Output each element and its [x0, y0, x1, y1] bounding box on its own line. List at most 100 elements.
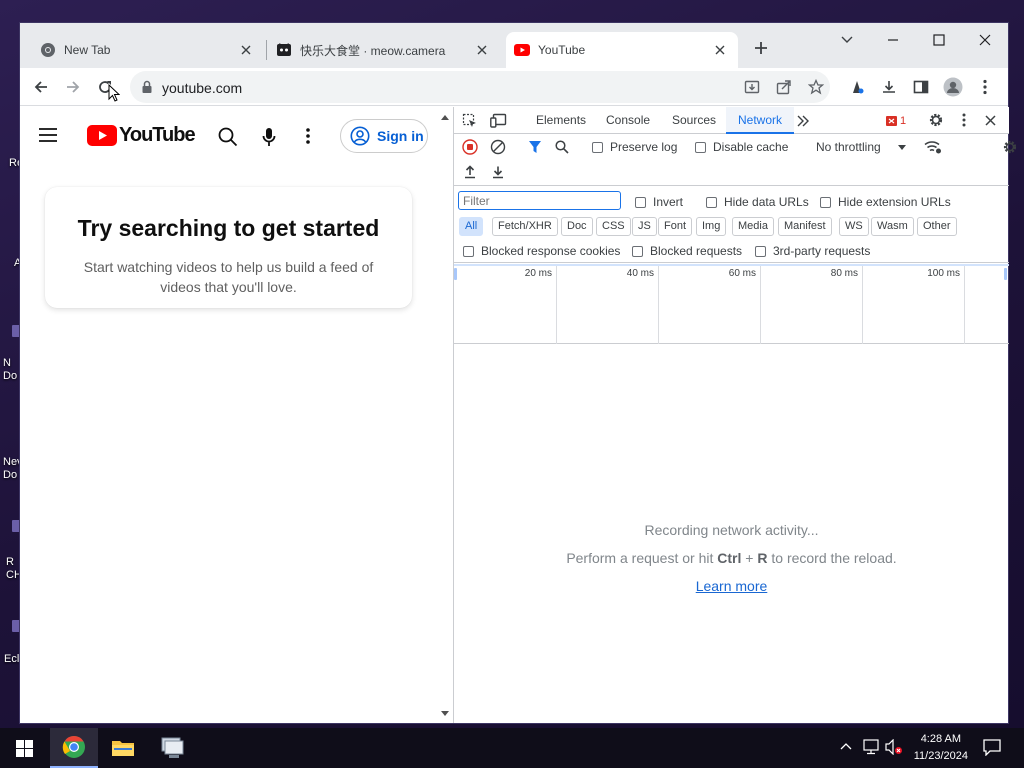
youtube-logo-text: YouTube: [119, 124, 196, 146]
start-button[interactable]: [0, 728, 48, 768]
hamburger-menu-icon[interactable]: [38, 127, 58, 143]
blocked-requests-checkbox[interactable]: Blocked requests: [632, 244, 742, 258]
filter-chip-other[interactable]: Other: [917, 217, 957, 236]
tab-separator: [266, 40, 267, 60]
hide-data-urls-checkbox[interactable]: Hide data URLs: [706, 195, 809, 209]
browser-window: New Tab 快乐大食堂 · meow.camera YouTube yout…: [20, 23, 1017, 723]
more-options-icon[interactable]: [306, 128, 310, 144]
devtools-tab-network[interactable]: Network: [726, 107, 795, 134]
tab-youtube[interactable]: YouTube: [506, 32, 738, 68]
back-button[interactable]: [28, 74, 54, 100]
volume-muted-icon[interactable]: [885, 739, 903, 755]
filter-chip-doc[interactable]: Doc: [561, 217, 593, 236]
clock-time: 4:28 AM: [920, 733, 962, 745]
timeline-right-handle[interactable]: [1004, 268, 1007, 280]
close-tab-icon[interactable]: [238, 42, 254, 58]
filter-chip-all[interactable]: All: [459, 217, 484, 236]
hint-key-r: R: [757, 550, 768, 566]
network-conditions-icon[interactable]: [923, 137, 943, 157]
filter-chip-img[interactable]: Img: [696, 217, 727, 236]
devtools-tab-console[interactable]: Console: [600, 107, 656, 134]
scroll-down-icon[interactable]: [441, 711, 449, 716]
close-tab-icon[interactable]: [712, 42, 728, 58]
site-info-icon[interactable]: [141, 80, 153, 94]
hint-text-end: to record the reload.: [767, 550, 897, 566]
profile-avatar-icon[interactable]: [940, 74, 966, 100]
filter-chip-wasm[interactable]: Wasm: [871, 217, 914, 236]
search-icon[interactable]: [218, 127, 238, 147]
taskbar-file-explorer[interactable]: [99, 728, 147, 768]
disable-cache-label: Disable cache: [713, 140, 789, 154]
extensions-icon[interactable]: [844, 74, 870, 100]
blocked-cookies-checkbox[interactable]: Blocked response cookies: [463, 244, 620, 258]
address-bar[interactable]: youtube.com: [130, 71, 830, 103]
close-window-button[interactable]: [973, 29, 997, 51]
invert-checkbox[interactable]: Invert: [635, 195, 683, 209]
devtools-menu-icon[interactable]: [962, 113, 966, 127]
bookmark-star-icon[interactable]: [808, 79, 824, 95]
network-status-icon[interactable]: [862, 739, 880, 755]
filter-chip-fetch-xhr[interactable]: Fetch/XHR: [492, 217, 558, 236]
clear-icon[interactable]: [488, 137, 508, 157]
show-hidden-icons-icon[interactable]: [840, 742, 852, 750]
share-icon[interactable]: [776, 79, 792, 95]
more-tabs-icon[interactable]: [796, 115, 810, 127]
new-tab-button[interactable]: [749, 37, 773, 59]
record-stop-icon[interactable]: [460, 137, 480, 157]
third-party-checkbox[interactable]: 3rd-party requests: [755, 244, 870, 258]
import-har-icon[interactable]: [460, 162, 480, 182]
filter-chip-ws[interactable]: WS: [839, 217, 869, 236]
preserve-log-checkbox[interactable]: Preserve log: [592, 140, 677, 154]
youtube-logo[interactable]: YouTube: [87, 124, 196, 147]
network-toolbar-row2: [454, 159, 1009, 186]
devtools-tab-elements[interactable]: Elements: [530, 107, 592, 134]
tab-search-button[interactable]: [835, 29, 859, 51]
learn-more-link[interactable]: Learn more: [696, 578, 768, 594]
timeline-gridline: [760, 264, 761, 344]
taskbar-app[interactable]: [148, 728, 196, 768]
downloads-icon[interactable]: [876, 74, 902, 100]
export-har-icon[interactable]: [488, 162, 508, 182]
settings-gear-icon[interactable]: [928, 112, 944, 128]
devtools-tab-sources[interactable]: Sources: [666, 107, 722, 134]
issues-badge[interactable]: 1: [886, 115, 906, 127]
chrome-menu-icon[interactable]: [972, 74, 998, 100]
filter-input[interactable]: [458, 191, 621, 210]
close-tab-icon[interactable]: [474, 42, 490, 58]
desktop-icon[interactable]: [12, 325, 20, 337]
desktop-icon[interactable]: [12, 520, 20, 532]
device-toolbar-icon[interactable]: [490, 113, 508, 129]
search-icon[interactable]: [552, 137, 572, 157]
throttling-select[interactable]: No throttling: [816, 140, 906, 154]
side-panel-icon[interactable]: [908, 74, 934, 100]
minimize-button[interactable]: [881, 29, 905, 51]
sign-in-label: Sign in: [377, 128, 424, 144]
system-clock[interactable]: 4:28 AM 11/23/2024: [914, 731, 968, 765]
forward-button[interactable]: [60, 74, 86, 100]
install-app-icon[interactable]: [744, 79, 760, 95]
filter-funnel-icon[interactable]: [525, 137, 545, 157]
page-scrollbar[interactable]: [437, 107, 453, 723]
hide-extension-urls-checkbox[interactable]: Hide extension URLs: [820, 195, 951, 209]
timeline-left-handle[interactable]: [454, 268, 457, 280]
filter-chip-js[interactable]: JS: [632, 217, 657, 236]
filter-chip-font[interactable]: Font: [658, 217, 693, 236]
close-devtools-icon[interactable]: [985, 115, 996, 126]
sign-in-button[interactable]: Sign in: [340, 119, 428, 153]
notifications-icon[interactable]: [983, 739, 1001, 756]
filter-chip-manifest[interactable]: Manifest: [778, 217, 832, 236]
tab-new-tab[interactable]: New Tab: [34, 32, 264, 68]
scroll-up-icon[interactable]: [441, 115, 449, 120]
filter-chip-css[interactable]: CSS: [596, 217, 631, 236]
taskbar-chrome[interactable]: [50, 728, 98, 768]
desktop-icon[interactable]: [12, 620, 20, 632]
filter-chip-media[interactable]: Media: [732, 217, 774, 236]
tab-meow-camera[interactable]: 快乐大食堂 · meow.camera: [270, 32, 500, 68]
network-overview-timeline[interactable]: 20 ms 40 ms 60 ms 80 ms 100 ms: [454, 264, 1009, 344]
maximize-button[interactable]: [927, 29, 951, 51]
disable-cache-checkbox[interactable]: Disable cache: [695, 140, 788, 154]
microphone-icon[interactable]: [262, 127, 276, 147]
inspect-element-icon[interactable]: [462, 113, 478, 129]
timeline-tick-label: 60 ms: [728, 268, 756, 279]
network-settings-gear-icon[interactable]: [1000, 137, 1020, 157]
